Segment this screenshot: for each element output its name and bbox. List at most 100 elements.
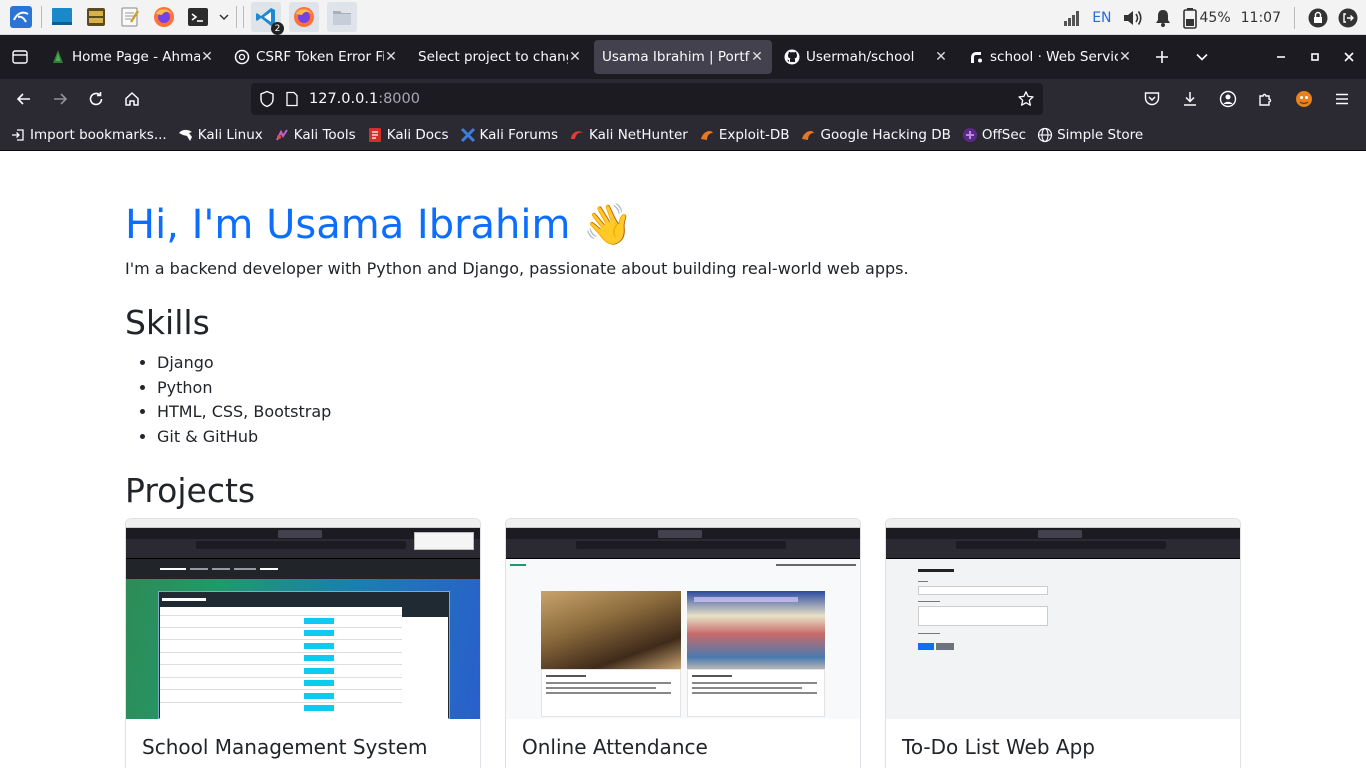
downloads-button[interactable]: [1172, 83, 1208, 115]
url-bar[interactable]: 127.0.0.1:8000: [251, 83, 1043, 115]
taskbar: 2 EN 45% 11:07: [0, 0, 1366, 35]
window-controls: [1264, 35, 1366, 79]
exploit-db-icon: [699, 127, 715, 143]
close-tab-icon[interactable]: ✕: [200, 49, 214, 65]
bookmark-star-icon[interactable]: [1017, 90, 1035, 108]
bookmark-item[interactable]: Kali Docs: [367, 127, 449, 143]
taskbar-separator: [243, 6, 244, 28]
show-desktop-icon[interactable]: [49, 4, 75, 30]
bookmark-item[interactable]: Kali Linux: [178, 127, 263, 143]
firefox-launcher-icon[interactable]: [151, 4, 177, 30]
close-window-button[interactable]: [1332, 35, 1366, 79]
battery-indicator[interactable]: 45%: [1182, 7, 1231, 29]
page-content: Hi, I'm Usama Ibrahim 👋 I'm a backend de…: [0, 151, 1366, 768]
page-icon[interactable]: [285, 91, 299, 107]
close-tab-icon[interactable]: ✕: [934, 49, 948, 65]
bookmark-item[interactable]: Kali NetHunter: [569, 127, 688, 143]
forward-button[interactable]: [42, 83, 78, 115]
extensions-button[interactable]: [1248, 83, 1284, 115]
kali-forums-icon: [460, 127, 476, 143]
page-title: Hi, I'm Usama Ibrahim 👋: [125, 201, 633, 248]
offsec-icon: [962, 127, 978, 143]
skill-item: Django: [157, 351, 331, 376]
close-tab-icon[interactable]: ✕: [384, 49, 398, 65]
chevron-down-icon[interactable]: [217, 4, 231, 30]
browser-tab[interactable]: school · Web Service ✕: [960, 40, 1140, 74]
tab-title: school · Web Service: [990, 49, 1118, 65]
taskbar-separator: [236, 6, 237, 28]
browser-tab[interactable]: CSRF Token Error Fix ✕: [226, 40, 406, 74]
project-card[interactable]: Online Attendance: [505, 518, 861, 768]
close-tab-icon[interactable]: ✕: [1118, 49, 1132, 65]
bookmark-label: Google Hacking DB: [820, 126, 951, 143]
skill-item: HTML, CSS, Bootstrap: [157, 400, 331, 425]
maximize-button[interactable]: [1298, 35, 1332, 79]
home-button[interactable]: [114, 83, 150, 115]
volume-icon[interactable]: [1122, 8, 1144, 28]
extension-fox-button[interactable]: [1286, 83, 1322, 115]
url-port: :8000: [378, 91, 420, 107]
system-tray: EN 45% 11:07: [1062, 0, 1358, 35]
lock-icon[interactable]: [1308, 8, 1328, 28]
browser-tab[interactable]: Select project to change ✕: [410, 40, 590, 74]
tab-title: CSRF Token Error Fix: [256, 49, 384, 65]
bookmark-item[interactable]: Import bookmarks...: [10, 127, 167, 143]
import-icon: [10, 127, 26, 143]
browser-tab-active[interactable]: Usama Ibrahim | Portfolio ✕: [594, 40, 772, 74]
firefox-task-icon[interactable]: [289, 2, 319, 32]
close-tab-icon[interactable]: ✕: [750, 49, 764, 65]
pocket-button[interactable]: [1134, 83, 1170, 115]
skills-list: Django Python HTML, CSS, Bootstrap Git &…: [157, 351, 331, 449]
project-screenshot: [506, 519, 860, 719]
clock[interactable]: 11:07: [1241, 10, 1281, 26]
bookmark-label: Kali Tools: [293, 126, 356, 143]
project-screenshot: [126, 519, 480, 719]
network-icon[interactable]: [1062, 9, 1082, 27]
bookmark-item[interactable]: Kali Forums: [460, 127, 558, 143]
terminal-icon[interactable]: [185, 4, 211, 30]
project-title: School Management System: [142, 735, 428, 759]
bookmark-label: Import bookmarks...: [30, 126, 167, 143]
vscode-task-icon[interactable]: 2: [251, 2, 284, 35]
project-card[interactable]: School Management System: [125, 518, 481, 768]
bookmark-label: Simple Store: [1057, 126, 1144, 143]
app-menu-button[interactable]: [1324, 83, 1360, 115]
download-icon: [1184, 92, 1196, 106]
arrow-right-icon: [54, 93, 68, 105]
minimize-button[interactable]: [1264, 35, 1298, 79]
back-button[interactable]: [6, 83, 42, 115]
keyboard-layout[interactable]: EN: [1092, 10, 1111, 26]
kali-menu-icon[interactable]: [8, 4, 34, 30]
fox-extension-icon: [1296, 91, 1312, 107]
taskbar-separator: [1294, 6, 1295, 29]
bookmark-label: Kali Docs: [386, 126, 449, 143]
bookmark-label: OffSec: [981, 126, 1027, 143]
bookmark-item[interactable]: OffSec: [962, 127, 1026, 143]
text-editor-icon[interactable]: [117, 4, 143, 30]
browser-tab[interactable]: Home Page - Ahmad ✕: [42, 40, 222, 74]
bookmark-item[interactable]: Exploit-DB: [699, 126, 790, 143]
reload-button[interactable]: [78, 83, 114, 115]
notifications-icon[interactable]: [1154, 8, 1172, 28]
account-button[interactable]: [1210, 83, 1246, 115]
browser-navigation-bar: 127.0.0.1:8000: [0, 79, 1366, 119]
files-task-icon[interactable]: [327, 2, 357, 32]
shield-icon[interactable]: [259, 90, 275, 108]
logout-icon[interactable]: [1338, 8, 1358, 28]
list-all-tabs-button[interactable]: [1182, 35, 1222, 79]
project-card[interactable]: To-Do List Web App: [885, 518, 1241, 768]
close-tab-icon[interactable]: ✕: [568, 49, 582, 65]
bookmark-item[interactable]: Simple Store: [1037, 127, 1143, 143]
browser-tab[interactable]: Usermah/school ✕: [776, 40, 956, 74]
browser-tab-bar: Home Page - Ahmad ✕ CSRF Token Error Fix…: [0, 35, 1366, 79]
bookmark-item[interactable]: Google Hacking DB: [800, 126, 951, 143]
file-manager-icon[interactable]: [83, 4, 109, 30]
bookmark-label: Exploit-DB: [718, 126, 790, 143]
new-tab-button[interactable]: [1142, 35, 1182, 79]
firefox-view-icon: [12, 50, 28, 64]
firefox-view-button[interactable]: [0, 35, 40, 79]
bookmark-item[interactable]: Kali Tools: [274, 127, 356, 143]
skill-item: Git & GitHub: [157, 425, 331, 450]
battery-percent: 45%: [1199, 9, 1231, 26]
bookmark-label: Kali Linux: [197, 126, 263, 143]
